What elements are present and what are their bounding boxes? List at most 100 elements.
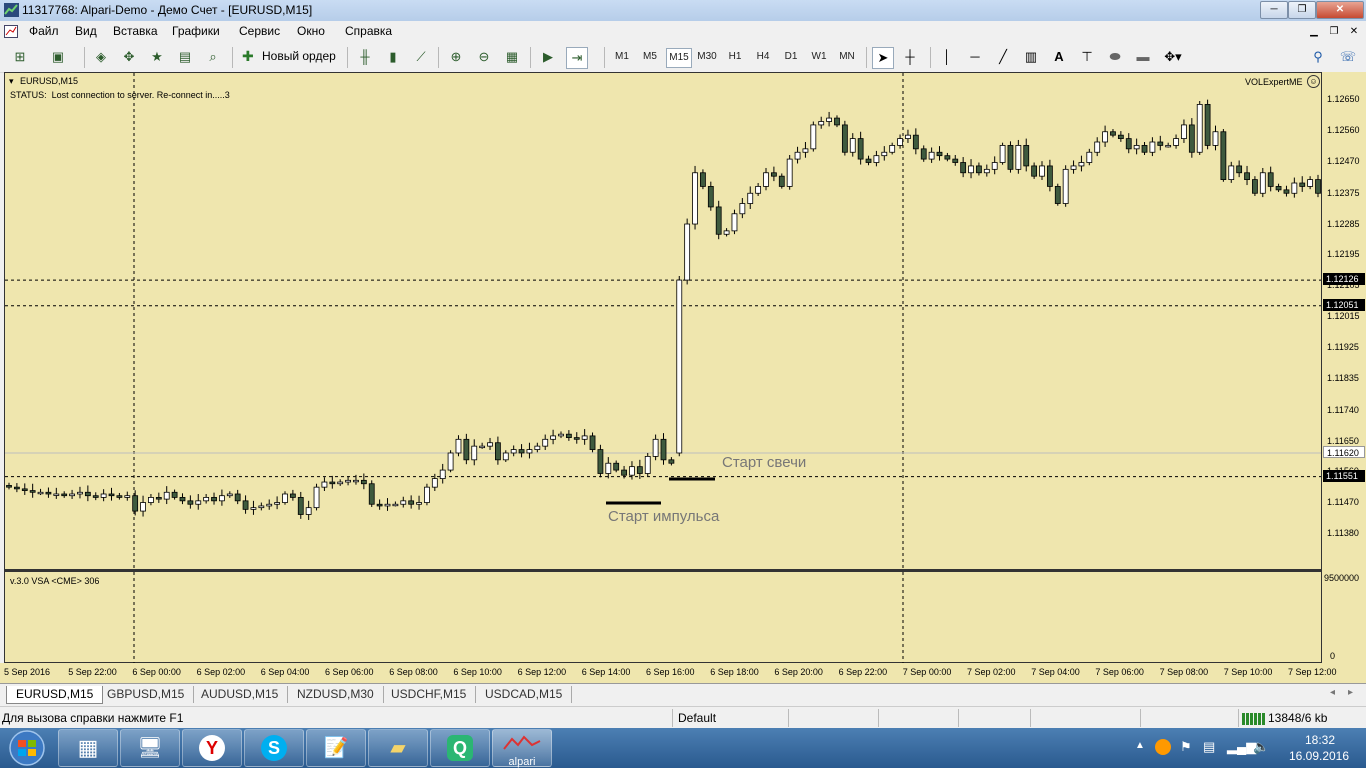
taskbar-qip[interactable]: Q (430, 729, 490, 767)
tf-m30[interactable]: M30 (694, 48, 720, 66)
autoscroll-icon[interactable]: ▶ (538, 47, 558, 67)
toolbar-separator (530, 47, 531, 68)
market-watch-icon[interactable]: ◈ (91, 47, 111, 67)
vertical-line-icon[interactable]: │ (937, 47, 957, 67)
candle-body (211, 497, 217, 502)
navigator-icon[interactable]: ★ (147, 47, 167, 67)
menu-file[interactable]: Файл (29, 24, 59, 38)
tab-nzdusd-m30[interactable]: NZDUSD,M30 (288, 686, 384, 703)
tf-d1[interactable]: D1 (780, 48, 802, 66)
new-order-button[interactable]: ✚ Новый ордер (240, 47, 340, 67)
tile-windows-icon[interactable]: ▦ (502, 47, 522, 67)
tf-h4[interactable]: H4 (752, 48, 774, 66)
tab-eurusd-m15[interactable]: EURUSD,M15 (6, 686, 104, 704)
candle-body (69, 493, 75, 497)
candle-body (676, 279, 683, 454)
menu-tools[interactable]: Сервис (239, 24, 280, 38)
tf-m5[interactable]: M5 (638, 48, 662, 66)
tab-usdcad-m15[interactable]: USDCAD,M15 (476, 686, 573, 703)
text-tool-icon[interactable]: A (1049, 47, 1069, 67)
tabs-scroll-right-icon[interactable]: ▸ (1348, 687, 1353, 698)
new-chart-icon[interactable]: ⊞ (10, 47, 30, 67)
mdi-minimize-button[interactable]: ▁ (1306, 25, 1322, 39)
candlestick-chart-icon[interactable]: ▮ (383, 47, 403, 67)
strategy-tester-icon[interactable]: ⌕ (203, 47, 223, 67)
tray-expand-icon[interactable]: ▲ (1135, 740, 1145, 751)
zoom-in-icon[interactable]: ⊕ (446, 47, 466, 67)
candle-body (1283, 189, 1290, 194)
taskbar-yandex[interactable]: Y (182, 729, 242, 767)
taskbar-calculator[interactable]: ▦ (58, 729, 118, 767)
minimize-button[interactable]: ─ (1260, 1, 1288, 19)
candle-body (1054, 186, 1061, 204)
mdi-restore-button[interactable]: ❐ (1326, 25, 1342, 39)
tf-m15[interactable]: M15 (666, 48, 692, 68)
candle-body (313, 486, 320, 509)
search-icon[interactable]: ⚲ (1308, 47, 1328, 67)
menu-view[interactable]: Вид (75, 24, 97, 38)
tray-network-icon[interactable]: ▂▄▆ (1227, 739, 1256, 755)
candle-body (952, 158, 959, 163)
candle-body (960, 162, 967, 174)
menu-charts[interactable]: Графики (172, 24, 220, 38)
tab-audusd-m15[interactable]: AUDUSD,M15 (192, 686, 289, 703)
chart-shift-icon[interactable]: ⇥ (566, 47, 588, 69)
terminal-icon[interactable]: ▤ (175, 47, 195, 67)
clock-time[interactable]: 18:32 (1290, 733, 1350, 747)
chart-window-icon (4, 25, 18, 38)
tray-volume-icon[interactable]: 🔈 (1253, 739, 1269, 755)
text-label-icon[interactable]: ⊤ (1077, 47, 1097, 67)
candle-body (1181, 124, 1187, 139)
candle-body (668, 459, 675, 464)
menu-insert[interactable]: Вставка (113, 24, 158, 38)
candle-body (889, 145, 896, 153)
candle-body (920, 148, 927, 160)
restore-button[interactable]: ❐ (1288, 1, 1316, 19)
qip-icon: Q (447, 735, 473, 761)
horizontal-line-icon[interactable]: ─ (965, 47, 985, 67)
arrows-dropdown-icon[interactable]: ✥▾ (1163, 47, 1183, 67)
tray-alert-icon[interactable] (1155, 739, 1171, 755)
tf-w1[interactable]: W1 (808, 48, 830, 66)
tf-h1[interactable]: H1 (724, 48, 746, 66)
candle-body (510, 449, 517, 454)
profiles-icon[interactable]: ▣ (48, 47, 68, 67)
tray-device-icon[interactable]: ▤ (1203, 739, 1215, 755)
data-window-icon[interactable]: ✥ (119, 47, 139, 67)
tab-usdchf-m15[interactable]: USDCHF,M15 (382, 686, 477, 703)
tf-mn[interactable]: MN (835, 48, 859, 66)
line-chart-icon[interactable]: ⟋ (411, 47, 431, 67)
candle-body (573, 437, 580, 440)
candle-body (565, 433, 572, 439)
cursor-icon[interactable]: ➤ (872, 47, 894, 69)
taskbar-skype[interactable]: S (244, 729, 304, 767)
menu-help[interactable]: Справка (345, 24, 392, 38)
chart-menu-arrow-icon[interactable]: ▾ (9, 76, 14, 87)
taskbar-explorer[interactable]: ▰ (368, 729, 428, 767)
indicator-subwindow[interactable]: v.3.0 VSA <CME> 306 (4, 570, 1322, 663)
taskbar-alpari[interactable]: alpari (492, 729, 552, 768)
candle-body (605, 462, 612, 474)
candle-body (289, 493, 296, 498)
mdi-close-button[interactable]: ✕ (1346, 25, 1362, 39)
clock-date[interactable]: 16.09.2016 (1283, 749, 1355, 763)
tray-flag-icon[interactable]: ⚑ (1180, 739, 1192, 755)
zoom-out-icon[interactable]: ⊖ (474, 47, 494, 67)
close-button[interactable]: ✕ (1316, 1, 1364, 19)
start-button-icon[interactable] (4, 729, 50, 767)
expert-smile-icon[interactable]: ☺ (1307, 75, 1320, 88)
tabs-scroll-left-icon[interactable]: ◂ (1330, 687, 1335, 698)
crosshair-icon[interactable]: ┼ (900, 47, 920, 67)
tf-m1[interactable]: M1 (610, 48, 634, 66)
taskbar-notepad[interactable]: 📝 (306, 729, 366, 767)
taskbar-network[interactable]: 🖥 (120, 729, 180, 767)
trendline-icon[interactable]: ╱ (993, 47, 1013, 67)
ellipse-icon[interactable]: ⬬ (1105, 47, 1125, 67)
menu-window[interactable]: Окно (297, 24, 325, 38)
chat-icon[interactable]: ☏ (1338, 47, 1358, 67)
rectangle-icon[interactable]: ▬ (1133, 47, 1153, 67)
channel-icon[interactable]: ▥ (1021, 47, 1041, 67)
tab-gbpusd-m15[interactable]: GBPUSD,M15 (98, 686, 195, 703)
price-chart[interactable]: ▾ EURUSD,M15 STATUS: Lost connection to … (4, 72, 1322, 570)
bar-chart-icon[interactable]: ╫ (355, 47, 375, 67)
